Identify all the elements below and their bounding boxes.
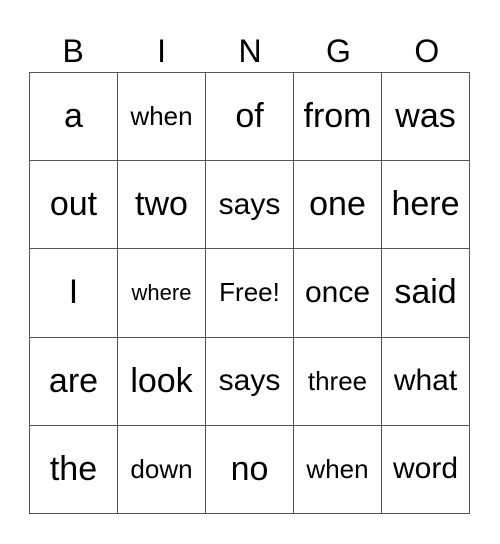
bingo-cell[interactable]: when — [118, 73, 206, 162]
bingo-cell[interactable]: look — [118, 337, 206, 426]
bingo-cell[interactable]: says — [206, 337, 294, 426]
bingo-cell[interactable]: the — [30, 425, 118, 514]
bingo-cell[interactable]: from — [294, 73, 382, 162]
bingo-cell[interactable]: here — [382, 161, 470, 250]
header-letter-i: I — [157, 33, 167, 69]
bingo-cell[interactable]: are — [30, 337, 118, 426]
bingo-cell[interactable]: one — [294, 161, 382, 250]
bingo-cell[interactable]: of — [206, 73, 294, 162]
header-letter-o: O — [414, 33, 440, 69]
bingo-cell[interactable]: word — [382, 425, 470, 514]
bingo-cell[interactable]: two — [118, 161, 206, 250]
bingo-cell[interactable]: I — [30, 249, 118, 338]
bingo-card-grid: a when of from was out two says one here… — [29, 72, 470, 514]
bingo-cell[interactable]: says — [206, 161, 294, 250]
bingo-cell[interactable]: three — [294, 337, 382, 426]
bingo-cell[interactable]: no — [206, 425, 294, 514]
bingo-header: B I N G O — [29, 30, 471, 72]
bingo-cell[interactable]: what — [382, 337, 470, 426]
bingo-cell[interactable]: was — [382, 73, 470, 162]
bingo-cell[interactable]: where — [118, 249, 206, 338]
free-space-cell[interactable]: Free! — [206, 249, 294, 338]
bingo-cell[interactable]: out — [30, 161, 118, 250]
bingo-cell[interactable]: when — [294, 425, 382, 514]
bingo-cell[interactable]: said — [382, 249, 470, 338]
header-letter-n: N — [238, 33, 262, 69]
bingo-cell[interactable]: once — [294, 249, 382, 338]
bingo-cell[interactable]: down — [118, 425, 206, 514]
bingo-cell[interactable]: a — [30, 73, 118, 162]
header-letter-g: G — [325, 33, 351, 69]
header-letter-b: B — [62, 33, 84, 69]
